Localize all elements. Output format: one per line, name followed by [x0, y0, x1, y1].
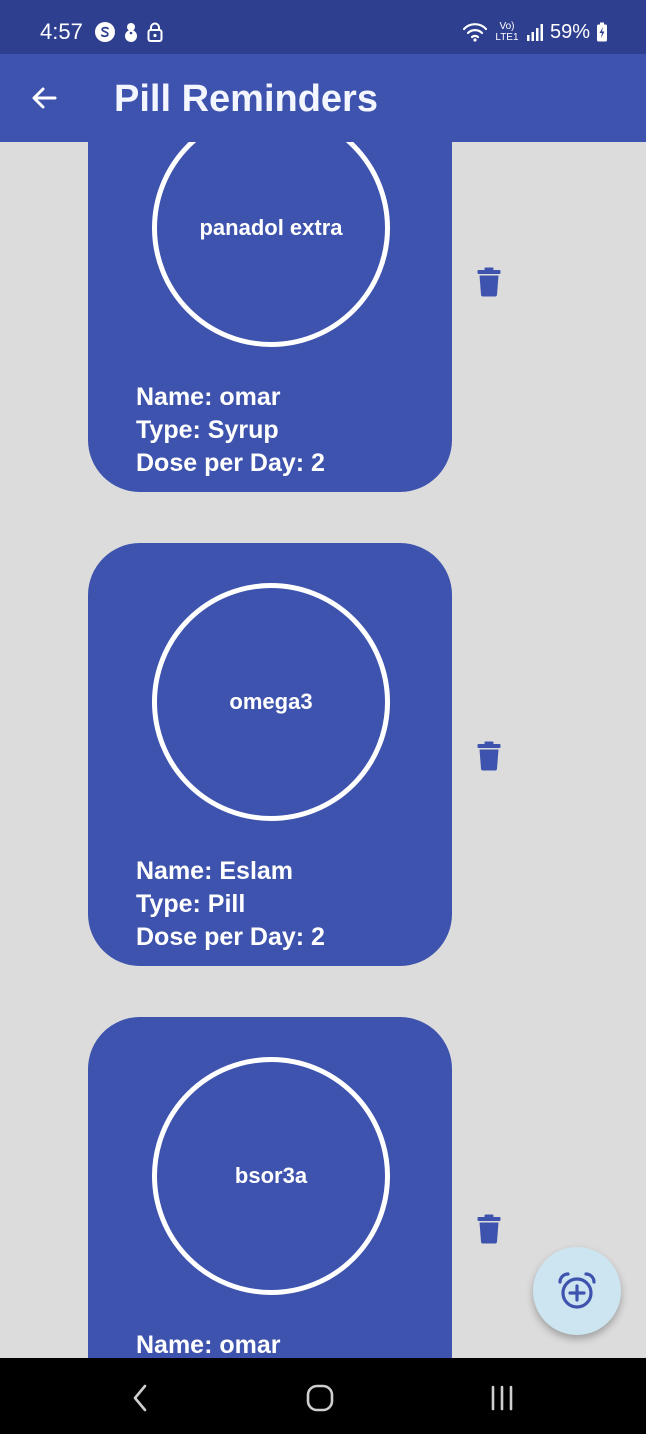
reminder-card[interactable]: bsor3a Name: omar T — [88, 1017, 452, 1358]
reminder-list[interactable]: panadol extra Name: omar Type: Syrup Dos… — [0, 142, 646, 1358]
snowman-icon — [125, 23, 137, 42]
chevron-left-icon — [133, 1384, 147, 1412]
reminder-details: Name: omar Type: Syrup Dose per Day: 2 — [136, 381, 325, 480]
battery-percentage: 59% — [549, 21, 590, 43]
delete-reminder-button[interactable] — [474, 738, 504, 774]
home-circle-icon — [306, 1384, 334, 1412]
reminder-person-name: Name: omar — [136, 1331, 281, 1358]
back-button[interactable] — [26, 80, 62, 116]
lock-icon — [147, 22, 163, 42]
network-type-label: Vo) LTE1 — [495, 21, 519, 43]
reminder-details: Name: omar T — [136, 1329, 281, 1358]
pill-name: omega3 — [229, 689, 313, 714]
reminder-dose: Dose per Day: 2 — [136, 923, 325, 951]
trash-icon — [477, 1214, 501, 1244]
app-bar: Pill Reminders — [0, 54, 646, 142]
signal-icon — [526, 24, 543, 41]
delete-reminder-button[interactable] — [474, 1211, 504, 1247]
reminder-card[interactable]: omega3 Name: Eslam Type: Pill Dose per D… — [88, 543, 452, 966]
reminder-dose: Dose per Day: 2 — [136, 449, 325, 477]
delete-reminder-button[interactable] — [474, 264, 504, 300]
system-nav-bar — [0, 1358, 646, 1434]
wifi-icon — [462, 23, 488, 42]
reminder-person-name: Name: Eslam — [136, 857, 294, 885]
alarm-add-icon — [558, 1272, 596, 1309]
status-notification-icons — [94, 21, 164, 43]
add-reminder-button[interactable] — [533, 1247, 621, 1335]
pill-name: bsor3a — [234, 1163, 308, 1188]
pill-circle: bsor3a — [152, 1057, 390, 1295]
trash-icon — [477, 741, 501, 771]
pill-name: panadol extra — [199, 215, 343, 240]
pill-circle: panadol extra — [152, 142, 390, 347]
status-time: 4:57 — [40, 19, 83, 44]
pill-circle: omega3 — [152, 583, 390, 821]
reminder-card[interactable]: panadol extra Name: omar Type: Syrup Dos… — [88, 142, 452, 492]
reminder-type: Type: Pill — [136, 890, 246, 918]
battery-charging-icon — [597, 22, 607, 42]
arrow-back-icon — [32, 87, 57, 109]
page-title: Pill Reminders — [114, 78, 378, 120]
nav-home-button[interactable] — [300, 1378, 340, 1418]
reminder-person-name: Name: omar — [136, 383, 281, 411]
s-circle-icon — [95, 22, 115, 42]
nav-recents-button[interactable] — [482, 1378, 522, 1418]
reminder-type: Type: Syrup — [136, 416, 279, 444]
nav-back-button[interactable] — [120, 1378, 160, 1418]
status-system-icons: Vo) LTE1 59% — [462, 18, 608, 46]
recents-icon — [491, 1385, 513, 1411]
reminder-details: Name: Eslam Type: Pill Dose per Day: 2 — [136, 855, 325, 954]
status-bar: 4:57 Vo) LTE1 59% — [0, 0, 646, 54]
trash-icon — [477, 267, 501, 297]
